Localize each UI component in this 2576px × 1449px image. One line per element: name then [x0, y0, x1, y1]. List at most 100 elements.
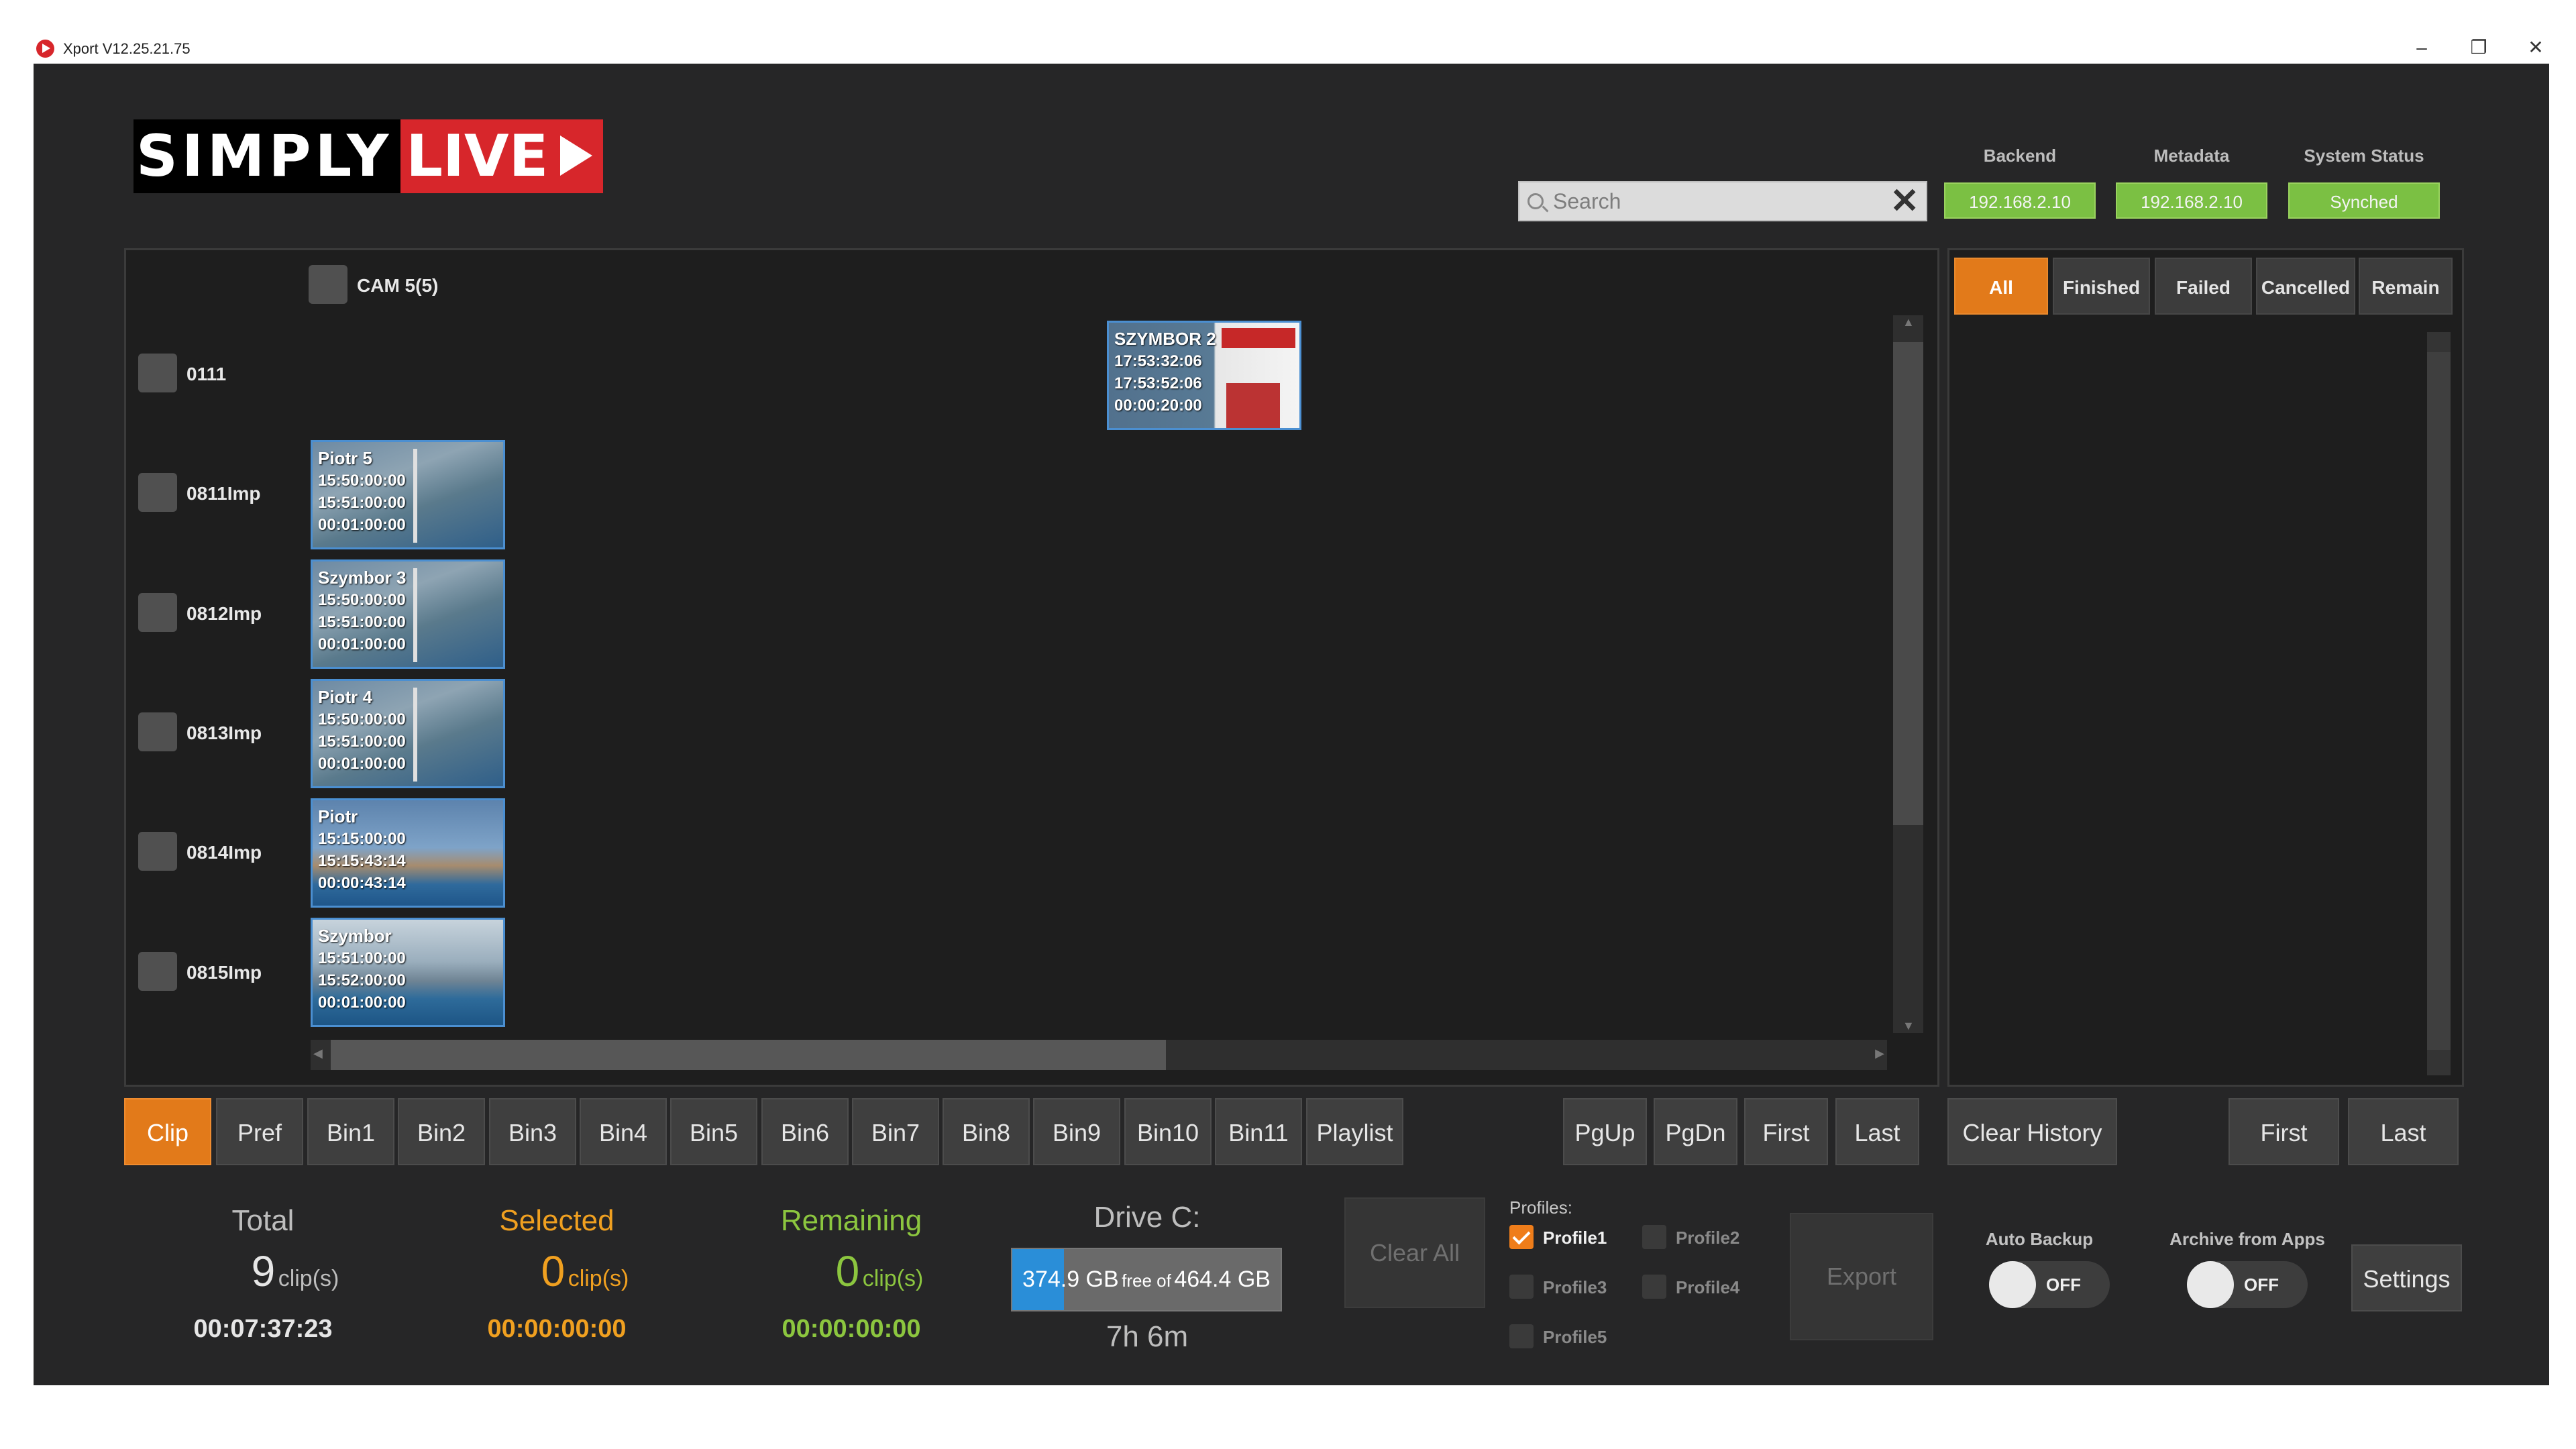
clip-grid-vertical-scrollbar[interactable]: ▲ ▼	[1893, 315, 1923, 1033]
total-count-value: 9	[251, 1247, 276, 1295]
metadata-label: Metadata	[2153, 146, 2230, 166]
scroll-right-arrow-icon[interactable]: ▶	[1875, 1046, 1884, 1061]
remaining-count: 0 clip(s)	[779, 1246, 980, 1296]
clear-all-button[interactable]: Clear All	[1344, 1197, 1485, 1308]
bin-tab-bin1[interactable]: Bin1	[307, 1098, 394, 1165]
history-last-button[interactable]: Last	[2348, 1098, 2459, 1165]
clip-thumbnail[interactable]: Piotr 5 15:50:00:00 15:51:00:00 00:01:00…	[311, 440, 505, 549]
last-page-button[interactable]: Last	[1835, 1098, 1919, 1165]
close-button[interactable]: ✕	[2516, 34, 2556, 64]
checkbox-icon	[1642, 1275, 1666, 1299]
row-checkbox[interactable]	[138, 354, 177, 392]
scrollbar-thumb[interactable]	[331, 1040, 1166, 1070]
row-checkbox[interactable]	[138, 832, 177, 871]
bin-tab-bin8[interactable]: Bin8	[943, 1098, 1030, 1165]
clip-preview-mast	[413, 568, 417, 662]
system-status-label: System Status	[2304, 146, 2424, 166]
clip-preview-person	[1226, 383, 1280, 428]
logo-text-live: LIVE	[400, 119, 604, 193]
scroll-left-arrow-icon[interactable]: ◀	[313, 1046, 323, 1061]
metadata-status-badge: 192.168.2.10	[2116, 182, 2267, 219]
filter-tab-all[interactable]: All	[1954, 258, 2048, 315]
selected-label: Selected	[499, 1204, 614, 1237]
total-count: 9 clip(s)	[195, 1246, 396, 1296]
page-down-button[interactable]: PgDn	[1654, 1098, 1737, 1165]
camera-header-label: CAM 5(5)	[357, 275, 439, 296]
profile-label: Profile2	[1676, 1228, 1740, 1248]
search-input[interactable]	[1553, 186, 1875, 216]
filter-tab-failed[interactable]: Failed	[2155, 258, 2252, 315]
clip-thumbnail[interactable]: Szymbor 3 15:50:00:00 15:51:00:00 00:01:…	[311, 559, 505, 669]
export-button[interactable]: Export	[1790, 1213, 1933, 1340]
bin-tab-bin6[interactable]: Bin6	[761, 1098, 849, 1165]
bin-tab-clip[interactable]: Clip	[124, 1098, 211, 1165]
minimize-button[interactable]: –	[2402, 34, 2442, 64]
bin-tab-bin10[interactable]: Bin10	[1124, 1098, 1212, 1165]
export-history-panel	[1947, 248, 2464, 1087]
logo-text-simply: SIMPLY	[133, 119, 401, 193]
page-up-button[interactable]: PgUp	[1563, 1098, 1647, 1165]
auto-backup-label: Auto Backup	[1985, 1229, 2094, 1249]
camera-checkbox[interactable]	[309, 265, 347, 304]
total-label: Total	[231, 1204, 294, 1237]
clip-timecode-in: 15:15:00:00	[318, 830, 406, 848]
clip-thumbnail[interactable]: Piotr 15:15:00:00 15:15:43:14 00:00:43:1…	[311, 798, 505, 908]
row-checkbox[interactable]	[138, 952, 177, 991]
bin-tab-bin7[interactable]: Bin7	[852, 1098, 939, 1165]
clip-thumbnail[interactable]: Szymbor 15:51:00:00 15:52:00:00 00:01:00…	[311, 918, 505, 1027]
profile-label: Profile1	[1543, 1228, 1607, 1248]
clip-grid-horizontal-scrollbar[interactable]: ◀ ▶	[311, 1040, 1887, 1070]
restore-button[interactable]: ❐	[2459, 34, 2499, 64]
selected-count-value: 0	[541, 1247, 566, 1295]
scroll-down-arrow-icon[interactable]: ▼	[1902, 1019, 1915, 1033]
total-duration: 00:07:37:23	[193, 1315, 333, 1343]
archive-from-apps-toggle[interactable]: OFF	[2187, 1261, 2308, 1308]
clip-timecode-in: 15:50:00:00	[318, 591, 406, 609]
row-label: 0812Imp	[186, 603, 262, 624]
clip-name: Szymbor	[318, 926, 392, 946]
bin-tab-bin9[interactable]: Bin9	[1033, 1098, 1120, 1165]
scroll-up-arrow-icon[interactable]: ▲	[1902, 315, 1915, 329]
scrollbar-thumb[interactable]	[1893, 342, 1923, 825]
selected-count: 0 clip(s)	[484, 1246, 686, 1296]
clip-timecode-out: 15:15:43:14	[318, 852, 406, 870]
bin-tab-playlist[interactable]: Playlist	[1306, 1098, 1403, 1165]
history-vertical-scrollbar[interactable]	[2427, 332, 2451, 1075]
search-box: ✕	[1518, 181, 1927, 221]
bin-tab-bin2[interactable]: Bin2	[398, 1098, 485, 1165]
drive-usage-bar: 374.9 GB free of 464.4 GB	[1011, 1248, 1282, 1311]
bin-tab-bin11[interactable]: Bin11	[1215, 1098, 1302, 1165]
clip-name: SZYMBOR 2	[1114, 329, 1216, 349]
selected-count-unit: clip(s)	[568, 1266, 629, 1291]
filter-tab-remain[interactable]: Remain	[2359, 258, 2453, 315]
archive-from-apps-label: Archive from Apps	[2169, 1229, 2325, 1249]
filter-tab-finished[interactable]: Finished	[2053, 258, 2150, 315]
bin-tab-pref[interactable]: Pref	[216, 1098, 303, 1165]
clip-thumbnail[interactable]: Piotr 4 15:50:00:00 15:51:00:00 00:01:00…	[311, 679, 505, 788]
clear-search-icon[interactable]: ✕	[1890, 184, 1919, 219]
clip-duration: 00:01:00:00	[318, 635, 406, 653]
bin-tab-bin4[interactable]: Bin4	[580, 1098, 667, 1165]
bin-tab-bin5[interactable]: Bin5	[670, 1098, 757, 1165]
row-label: 0815Imp	[186, 962, 262, 983]
row-checkbox[interactable]	[138, 712, 177, 751]
clip-duration: 00:01:00:00	[318, 994, 406, 1012]
settings-button[interactable]: Settings	[2351, 1244, 2462, 1311]
clip-name: Piotr	[318, 806, 358, 826]
profile-label: Profile4	[1676, 1277, 1740, 1297]
scrollbar-thumb[interactable]	[2427, 352, 2451, 1050]
simplylive-logo: SIMPLY LIVE	[133, 119, 604, 193]
row-checkbox[interactable]	[138, 593, 177, 632]
checkbox-icon	[1642, 1225, 1666, 1249]
auto-backup-toggle[interactable]: OFF	[1989, 1261, 2110, 1308]
bin-tab-bin3[interactable]: Bin3	[489, 1098, 576, 1165]
row-checkbox[interactable]	[138, 473, 177, 512]
clip-timecode-in: 15:51:00:00	[318, 949, 406, 967]
row-label: 0813Imp	[186, 722, 262, 743]
clear-history-button[interactable]: Clear History	[1947, 1098, 2117, 1165]
checkbox-icon	[1509, 1324, 1534, 1348]
filter-tab-cancelled[interactable]: Cancelled	[2256, 258, 2355, 315]
history-first-button[interactable]: First	[2229, 1098, 2339, 1165]
clip-thumbnail[interactable]: SZYMBOR 2 17:53:32:06 17:53:52:06 00:00:…	[1107, 321, 1301, 430]
first-page-button[interactable]: First	[1744, 1098, 1828, 1165]
